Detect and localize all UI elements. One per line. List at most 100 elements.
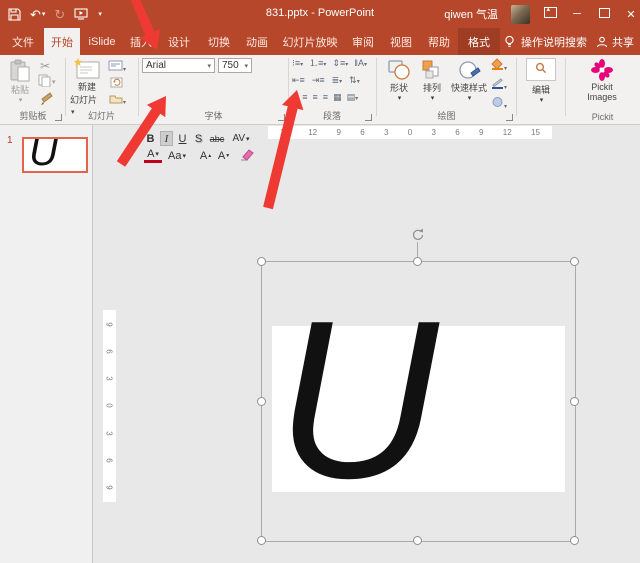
- rotation-handle[interactable]: [410, 227, 425, 245]
- resize-handle-middle-left[interactable]: [257, 397, 266, 406]
- character-spacing-button[interactable]: AV ▾: [229, 131, 253, 146]
- copy-icon[interactable]: ▾: [38, 74, 56, 90]
- resize-handle-top-right[interactable]: [570, 257, 579, 266]
- paragraph-dialog-launcher[interactable]: [365, 114, 372, 121]
- pickit-logo-icon: [591, 59, 613, 81]
- h-ruler-tick: 15: [280, 128, 289, 137]
- grow-font-button[interactable]: A ▲: [198, 148, 214, 163]
- resize-handle-top-left[interactable]: [257, 257, 266, 266]
- minimize-button[interactable]: ─: [570, 8, 584, 20]
- new-slide-button[interactable]: 新建 幻灯片 ▾: [70, 58, 104, 116]
- arrange-button[interactable]: 排列 ▾: [417, 59, 447, 102]
- share-button[interactable]: 共享: [596, 28, 634, 55]
- font-family-combo[interactable]: Arial ▾: [142, 58, 215, 73]
- font-dialog-launcher[interactable]: [278, 114, 285, 121]
- shapes-icon: [388, 60, 410, 80]
- h-ruler-tick: 9: [479, 128, 484, 137]
- convert-smartart-button[interactable]: ▤▾: [347, 93, 359, 103]
- tab-home[interactable]: 开始: [44, 28, 80, 55]
- layout-icon[interactable]: ▾: [108, 60, 126, 73]
- tab-transitions[interactable]: 切换: [200, 28, 238, 55]
- italic-button[interactable]: I: [160, 131, 173, 146]
- tab-file[interactable]: 文件: [4, 28, 42, 55]
- font-group-label: 字体: [204, 111, 223, 121]
- font-size-combo[interactable]: 750 ▾: [218, 58, 252, 73]
- align-center-button[interactable]: ≡: [302, 93, 307, 102]
- tab-review[interactable]: 审阅: [344, 28, 382, 55]
- change-case-button[interactable]: Aa ▾: [166, 148, 188, 163]
- resize-handle-bottom-left[interactable]: [257, 536, 266, 545]
- tab-slideshow[interactable]: 幻灯片放映: [276, 28, 344, 55]
- tab-design[interactable]: 设计: [160, 28, 198, 55]
- shape-effects-icon[interactable]: ▾: [491, 96, 507, 110]
- section-icon[interactable]: ▾: [109, 93, 126, 106]
- maximize-button[interactable]: [597, 7, 611, 21]
- shrink-font-button[interactable]: A ▼: [216, 148, 232, 163]
- new-slide-icon: [74, 58, 100, 79]
- text-shadow-button[interactable]: S: [192, 131, 205, 146]
- textbox-selection-border[interactable]: [261, 261, 576, 542]
- h-ruler-tick: 3: [383, 128, 389, 137]
- group-pickit: Pickit Images Pickit: [567, 55, 638, 124]
- clear-formatting-icon[interactable]: [240, 148, 254, 164]
- resize-handle-bottom-right[interactable]: [570, 536, 579, 545]
- v-ruler-tick: 6: [104, 349, 114, 354]
- numbering-button[interactable]: ⒈≡▾: [309, 59, 326, 69]
- group-editing: 编辑 ▾: [518, 55, 564, 124]
- shape-outline-icon[interactable]: ▾: [491, 77, 507, 91]
- user-account[interactable]: qiwen 气温: [444, 6, 498, 22]
- vertical-ruler[interactable]: 9 6 3 0 3 6 9: [103, 310, 116, 502]
- format-painter-icon[interactable]: [40, 91, 54, 108]
- text-direction-button[interactable]: ⇅▾: [349, 76, 360, 86]
- clipboard-dialog-launcher[interactable]: [55, 114, 62, 121]
- resize-handle-top-middle[interactable]: [413, 257, 422, 266]
- resize-handle-bottom-middle[interactable]: [413, 536, 422, 545]
- h-ruler-tick: 9: [336, 128, 341, 137]
- tab-insert[interactable]: 插入: [122, 28, 160, 55]
- shape-fill-icon[interactable]: ▾: [491, 58, 507, 72]
- align-text-button[interactable]: ≣▾: [332, 76, 343, 86]
- pickit-label-2: Images: [587, 92, 617, 102]
- v-ruler-tick: 0: [104, 403, 114, 409]
- ribbon-display-options-icon[interactable]: [543, 5, 557, 21]
- close-button[interactable]: ✕: [624, 8, 638, 21]
- reset-slide-icon[interactable]: [110, 76, 123, 92]
- bold-button[interactable]: B: [144, 131, 157, 146]
- tab-islide[interactable]: iSlide: [82, 28, 122, 55]
- tab-view[interactable]: 视图: [382, 28, 420, 55]
- add-table-button[interactable]: ▦: [333, 93, 342, 102]
- quick-styles-button[interactable]: 快速样式 ▾: [448, 59, 490, 102]
- drawing-dialog-launcher[interactable]: [506, 114, 513, 121]
- font-color-button[interactable]: A ▾: [144, 148, 162, 163]
- resize-handle-middle-right[interactable]: [570, 397, 579, 406]
- justify-button[interactable]: ≡: [323, 93, 328, 102]
- tab-format[interactable]: 格式: [458, 28, 500, 55]
- tab-help[interactable]: 帮助: [420, 28, 458, 55]
- paragraph-row-3: ≡ ≡ ≡ ≡ ▦ ▤▾: [292, 93, 359, 103]
- avatar[interactable]: [511, 4, 530, 24]
- bullets-button[interactable]: ⁝≡▾: [292, 59, 303, 69]
- slide-thumbnail[interactable]: U: [22, 137, 88, 173]
- underline-button[interactable]: U: [176, 131, 189, 146]
- align-left-button[interactable]: ≡: [292, 93, 297, 102]
- shapes-button[interactable]: 形状 ▾: [384, 59, 414, 102]
- horizontal-ruler[interactable]: 15 12 9 6 3 0 3 6 9 12 15: [268, 126, 552, 139]
- cut-icon[interactable]: ✂: [40, 59, 50, 73]
- tab-animations[interactable]: 动画: [238, 28, 276, 55]
- drawing-group-label: 绘图: [437, 111, 456, 121]
- columns-button[interactable]: ‖A▾: [354, 59, 367, 69]
- group-paragraph: ⁝≡▾ ⒈≡▾ ⇕≡▾ ‖A▾ ⇤≡ ⇥≡ ≣▾ ⇅▾ ≡ ≡ ≡ ≡ ▦ ▤▾…: [290, 55, 374, 124]
- paste-button[interactable]: 粘贴 ▾: [6, 59, 34, 104]
- group-slides: 新建 幻灯片 ▾ ▾ ▾ 幻灯片: [66, 55, 137, 124]
- tell-me-search[interactable]: 操作说明搜索: [504, 28, 587, 55]
- pickit-images-button[interactable]: Pickit Images: [575, 58, 629, 102]
- strikethrough-button[interactable]: abc: [207, 131, 227, 146]
- increase-indent-button[interactable]: ⇥≡: [312, 76, 325, 85]
- line-spacing-button[interactable]: ⇕≡▾: [332, 59, 348, 69]
- h-ruler-tick: 6: [360, 128, 365, 137]
- h-ruler-tick: 0: [407, 128, 413, 137]
- decrease-indent-button[interactable]: ⇤≡: [292, 76, 305, 85]
- paste-label: 粘贴: [10, 85, 29, 95]
- align-right-button[interactable]: ≡: [313, 93, 318, 102]
- editing-button[interactable]: 编辑 ▾: [524, 58, 558, 104]
